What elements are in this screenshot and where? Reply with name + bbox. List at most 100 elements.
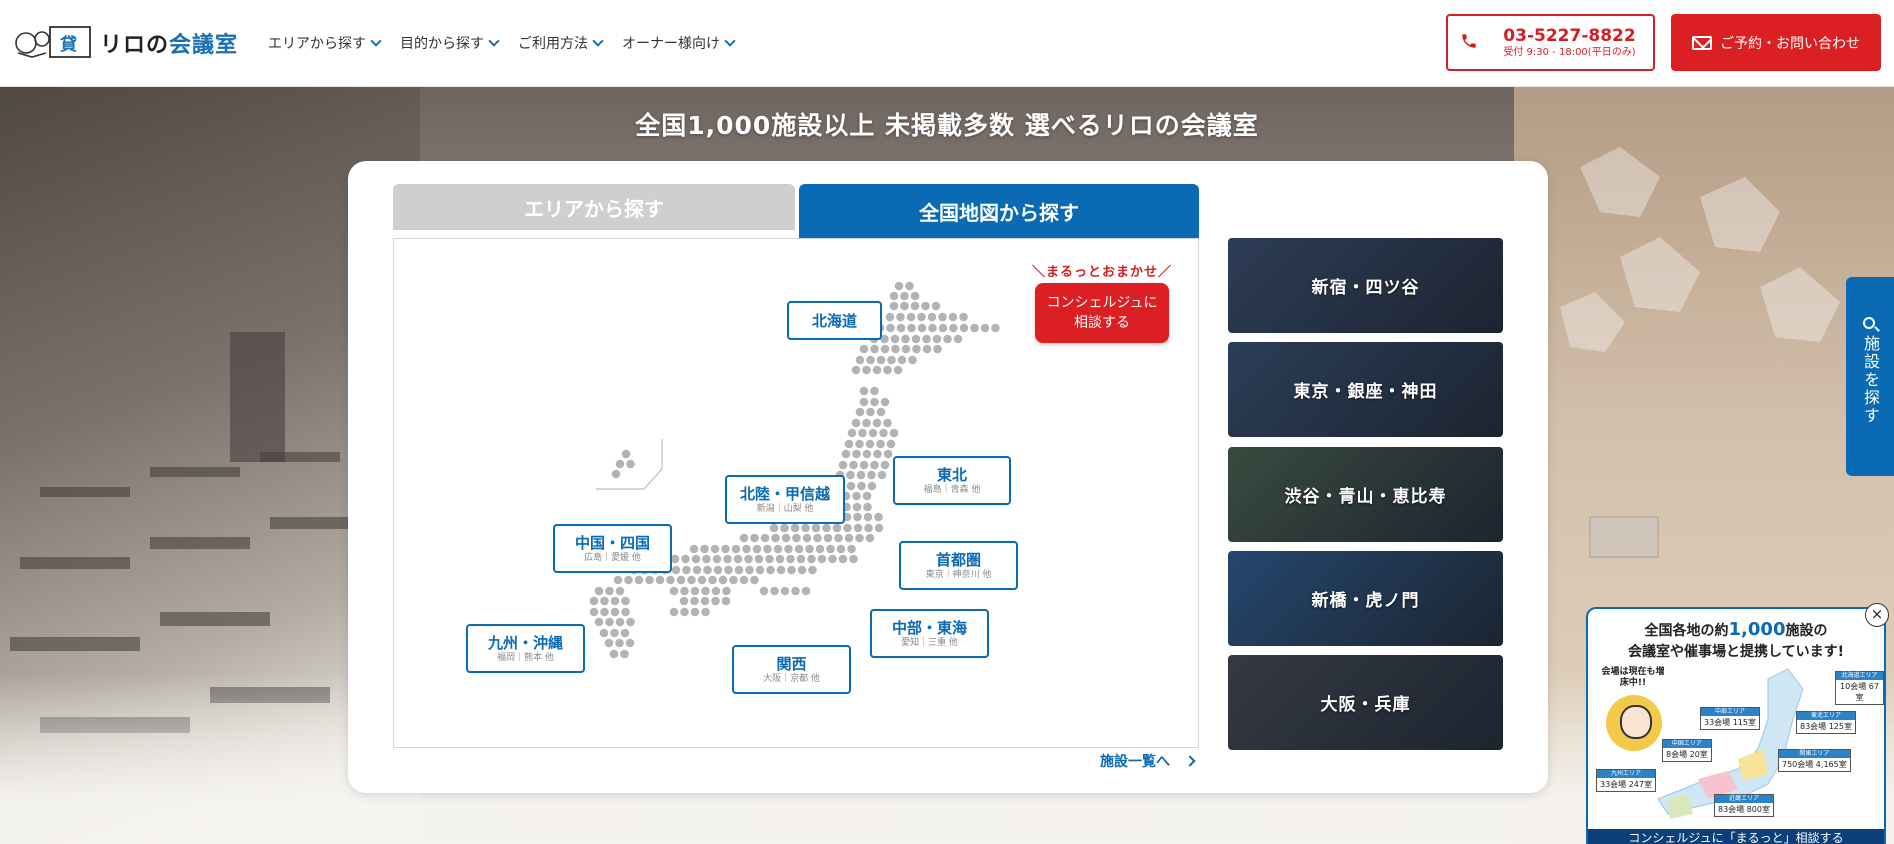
- region-chubu[interactable]: 中部・東海 愛知｜三重 他: [870, 609, 989, 658]
- map-dot: [759, 586, 769, 596]
- map-dot: [876, 439, 885, 449]
- area-card-label: 大阪・兵庫: [1320, 695, 1411, 715]
- region-name: 中部・東海: [891, 618, 967, 637]
- promo-popup[interactable]: 全国各地の約1,000施設の 会議室や催事場と提携しています! 会場は現在も増床…: [1586, 607, 1886, 844]
- map-dot: [610, 628, 619, 638]
- map-dot: [832, 523, 842, 533]
- map-dot: [880, 460, 890, 470]
- map-dot: [855, 533, 864, 543]
- map-dot: [615, 459, 625, 469]
- map-dot: [862, 491, 872, 501]
- map-dot: [853, 512, 862, 522]
- region-hokuriku[interactable]: 北陸・甲信越 新潟｜山梨 他: [725, 475, 845, 524]
- map-dot: [849, 554, 858, 564]
- map-dot: [844, 533, 854, 543]
- map-dot: [734, 565, 744, 575]
- map-dot: [870, 397, 879, 407]
- map-dot: [883, 365, 892, 375]
- area-card-label: 新宿・四ツ谷: [1311, 278, 1420, 298]
- popup-tag-kyushu: 九州エリア 33会場 247室: [1596, 769, 1656, 792]
- map-dot: [867, 481, 877, 491]
- close-icon[interactable]: ×: [1865, 603, 1889, 627]
- map-dot: [901, 344, 911, 354]
- region-chugoku[interactable]: 中国・四国 広島｜愛媛 他: [553, 524, 672, 573]
- map-dot: [681, 554, 690, 564]
- map-dot: [690, 586, 700, 596]
- map-dot: [690, 596, 699, 606]
- contact-button-label: ご予約・お問い合わせ: [1720, 35, 1860, 52]
- nav-item-area[interactable]: エリアから探す: [268, 33, 382, 53]
- map-dot: [703, 565, 712, 575]
- map-dot: [702, 554, 711, 564]
- nav-item-owner[interactable]: オーナー様向け: [622, 33, 736, 53]
- map-dot: [931, 301, 941, 311]
- concierge-line-1: コンシェルジュに: [1046, 295, 1158, 311]
- map-dot: [836, 544, 846, 554]
- popup-tag-value: 83会場 800室: [1718, 805, 1770, 814]
- map-dot: [822, 523, 831, 533]
- logo-text-accent: 会議室: [169, 33, 239, 58]
- phone-button[interactable]: 03-5227-8822 受付 9:30 - 18:00(平日のみ): [1446, 14, 1655, 71]
- area-card-shimbashi[interactable]: 新橋・虎ノ門: [1228, 551, 1503, 646]
- map-dot: [780, 586, 790, 596]
- side-search-tab[interactable]: 施設を探す: [1846, 277, 1894, 476]
- region-kyushu[interactable]: 九州・沖縄 福岡｜熊本 他: [466, 624, 585, 673]
- site-logo[interactable]: 貸 リロの会議室: [12, 23, 238, 63]
- map-dot: [712, 554, 722, 564]
- map-dot: [594, 586, 604, 596]
- area-card-shibuya[interactable]: 渋谷・青山・恵比寿: [1228, 447, 1503, 542]
- region-shutoken[interactable]: 首都圏 東京｜神奈川 他: [899, 541, 1018, 590]
- map-dot: [718, 575, 728, 585]
- map-dot: [847, 544, 856, 554]
- map-dot: [613, 575, 623, 585]
- map-dot: [817, 554, 827, 564]
- chevron-down-icon: [592, 35, 604, 47]
- map-dot: [599, 628, 609, 638]
- facility-list-link[interactable]: 施設一覧へ: [1100, 751, 1196, 771]
- popup-tag-kanto: 関東エリア 750会場 4,165室: [1778, 749, 1851, 772]
- map-dot: [896, 312, 905, 322]
- map-dot: [970, 323, 979, 333]
- region-sub: 大阪｜京都 他: [763, 673, 820, 684]
- nav-item-label: 目的から探す: [400, 36, 485, 52]
- map-dot: [600, 607, 609, 617]
- area-card-tokyo[interactable]: 東京・銀座・神田: [1228, 342, 1503, 437]
- map-dot: [938, 323, 948, 333]
- map-dot: [879, 428, 888, 438]
- map-dot: [891, 344, 900, 354]
- map-dot: [907, 323, 916, 333]
- map-dot: [910, 291, 920, 301]
- area-card-osaka[interactable]: 大阪・兵庫: [1228, 655, 1503, 750]
- contact-button[interactable]: ご予約・お問い合わせ: [1671, 14, 1881, 71]
- region-kansai[interactable]: 関西 大阪｜京都 他: [732, 645, 851, 694]
- map-dot: [721, 596, 731, 606]
- map-dot: [906, 312, 916, 322]
- map-dot: [846, 481, 856, 491]
- map-dot: [885, 312, 895, 322]
- area-card-shinjuku[interactable]: 新宿・四ツ谷: [1228, 238, 1503, 333]
- map-dot: [621, 449, 631, 459]
- concierge-button[interactable]: コンシェルジュに 相談する: [1035, 283, 1169, 343]
- nav-item-usage[interactable]: ご利用方法: [518, 33, 604, 53]
- map-dot: [933, 344, 942, 354]
- map-dot: [897, 355, 907, 365]
- popup-tag-value: 750会場 4,165室: [1782, 760, 1847, 769]
- map-dot: [610, 607, 620, 617]
- map-dot: [910, 301, 920, 311]
- map-dot: [912, 344, 921, 354]
- map-dot: [900, 301, 909, 311]
- nav-item-purpose[interactable]: 目的から探す: [400, 33, 500, 53]
- region-tohoku[interactable]: 東北 福島｜青森 他: [893, 456, 1011, 505]
- region-hokkaido[interactable]: 北海道: [787, 301, 882, 340]
- popup-tag-kinki: 近畿エリア 83会場 800室: [1714, 794, 1774, 817]
- region-name: 首都圏: [935, 550, 981, 569]
- map-dot: [724, 565, 733, 575]
- map-dot: [611, 469, 621, 479]
- map-dot: [752, 544, 762, 554]
- tab-map-search[interactable]: 全国地図から探す: [799, 184, 1199, 239]
- region-sub: 福岡｜熊本 他: [497, 652, 554, 663]
- popup-footer-cta[interactable]: コンシェルジュに「まるっと」相談する: [1588, 829, 1884, 844]
- map-dot: [594, 617, 604, 627]
- map-dot: [745, 565, 754, 575]
- tab-area-search[interactable]: エリアから探す: [393, 184, 795, 230]
